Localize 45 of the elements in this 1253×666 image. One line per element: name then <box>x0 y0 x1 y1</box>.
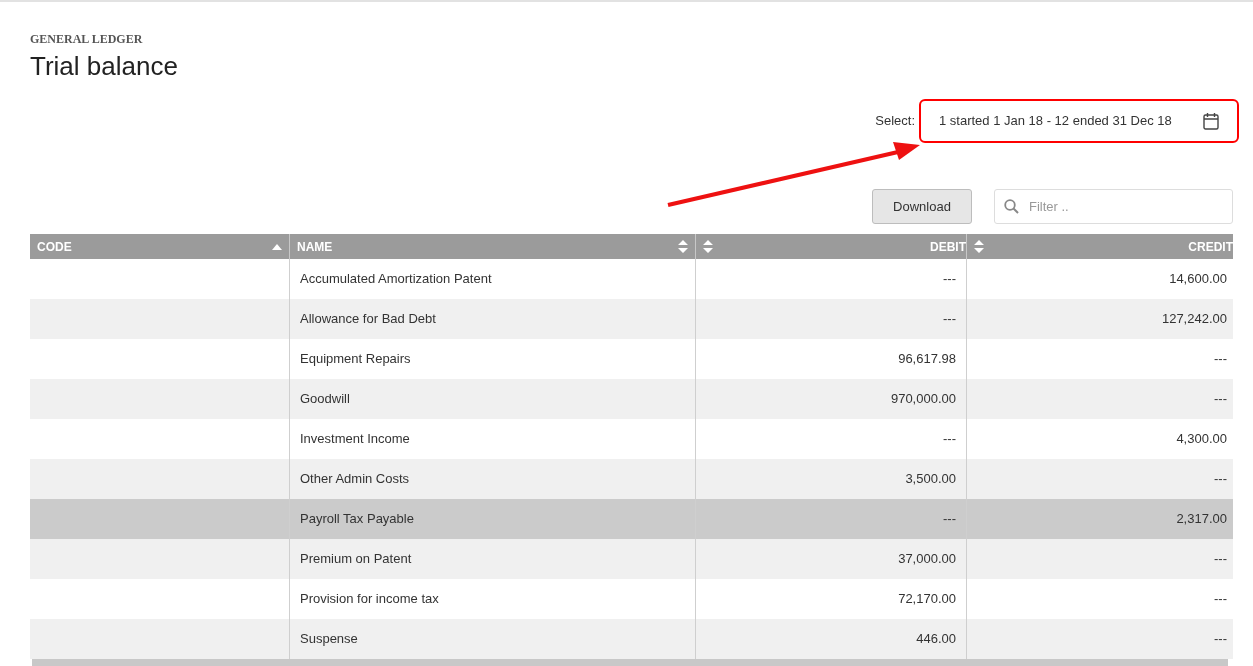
credit-amount: --- <box>1214 470 1227 489</box>
scrollbar[interactable] <box>32 659 1228 666</box>
account-name: Investment Income <box>300 430 410 449</box>
credit-amount: 127,242.00 <box>1161 310 1227 329</box>
debit-amount: 72,170.00 <box>898 590 956 609</box>
debit-amount: --- <box>943 430 956 449</box>
debit-amount: 970,000.00 <box>890 390 956 409</box>
debit-amount: --- <box>943 270 956 289</box>
account-name: Equipment Repairs <box>300 350 411 369</box>
table-row[interactable]: Suspense 446.00 --- <box>30 619 1233 659</box>
debit-amount: 37,000.00 <box>898 550 956 569</box>
section-label: GENERAL LEDGER <box>30 31 144 47</box>
debit-amount: 3,500.00 <box>905 470 956 489</box>
period-picker[interactable]: 1 started 1 Jan 18 - 12 ended 31 Dec 18 <box>919 99 1239 143</box>
table-row[interactable]: Allowance for Bad Debt --- 127,242.00 <box>30 299 1233 339</box>
debit-amount: --- <box>943 310 956 329</box>
page-title: Trial balance <box>30 50 179 83</box>
account-name: Other Admin Costs <box>300 470 410 489</box>
table-row[interactable]: Premium on Patent 37,000.00 --- <box>30 539 1233 579</box>
table-row[interactable]: Other Admin Costs 3,500.00 --- <box>30 459 1233 499</box>
download-button[interactable]: Download <box>872 189 972 224</box>
credit-amount: --- <box>1214 590 1227 609</box>
debit-amount: 96,617.98 <box>898 350 956 369</box>
calendar-icon <box>1203 112 1219 130</box>
account-name: Goodwill <box>300 390 350 409</box>
debit-amount: 446.00 <box>916 630 956 649</box>
account-name: Accumulated Amortization Patent <box>300 270 492 289</box>
credit-amount: 2,317.00 <box>1176 510 1227 529</box>
debit-amount: --- <box>943 510 956 529</box>
account-name: Payroll Tax Payable <box>300 510 414 529</box>
table-row[interactable]: Payroll Tax Payable --- 2,317.00 <box>30 499 1233 539</box>
account-name: Provision for income tax <box>300 590 439 609</box>
credit-amount: 4,300.00 <box>1176 430 1227 449</box>
credit-amount: --- <box>1214 630 1227 649</box>
account-name: Suspense <box>300 630 358 649</box>
search-icon <box>1004 199 1019 214</box>
credit-amount: --- <box>1214 350 1227 369</box>
account-name: Premium on Patent <box>300 550 412 569</box>
account-name: Allowance for Bad Debt <box>300 310 436 329</box>
credit-amount: --- <box>1214 390 1227 409</box>
credit-amount: --- <box>1214 550 1227 569</box>
filter-field[interactable]: Filter .. <box>994 189 1233 224</box>
table-row[interactable]: Goodwill 970,000.00 --- <box>30 379 1233 419</box>
credit-amount: 14,600.00 <box>1169 270 1227 289</box>
select-label: Select: <box>875 112 915 131</box>
